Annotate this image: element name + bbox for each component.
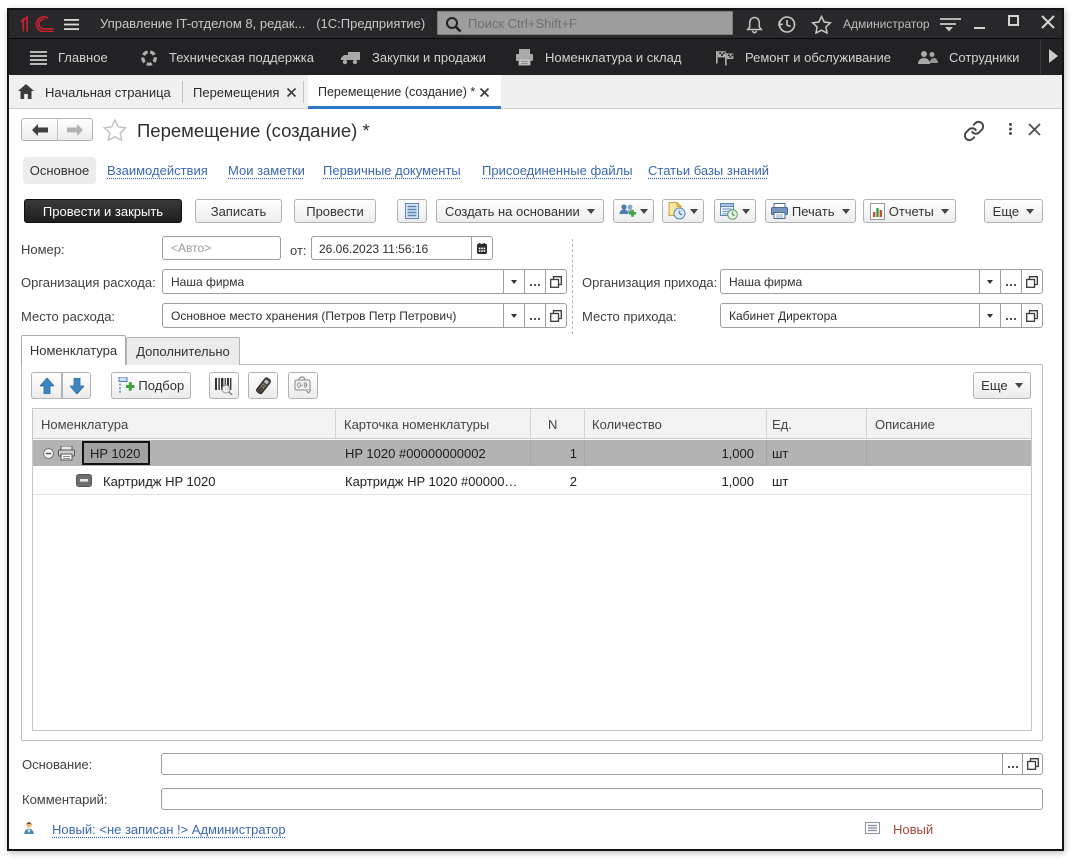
svg-text:0-9: 0-9 xyxy=(297,383,307,390)
